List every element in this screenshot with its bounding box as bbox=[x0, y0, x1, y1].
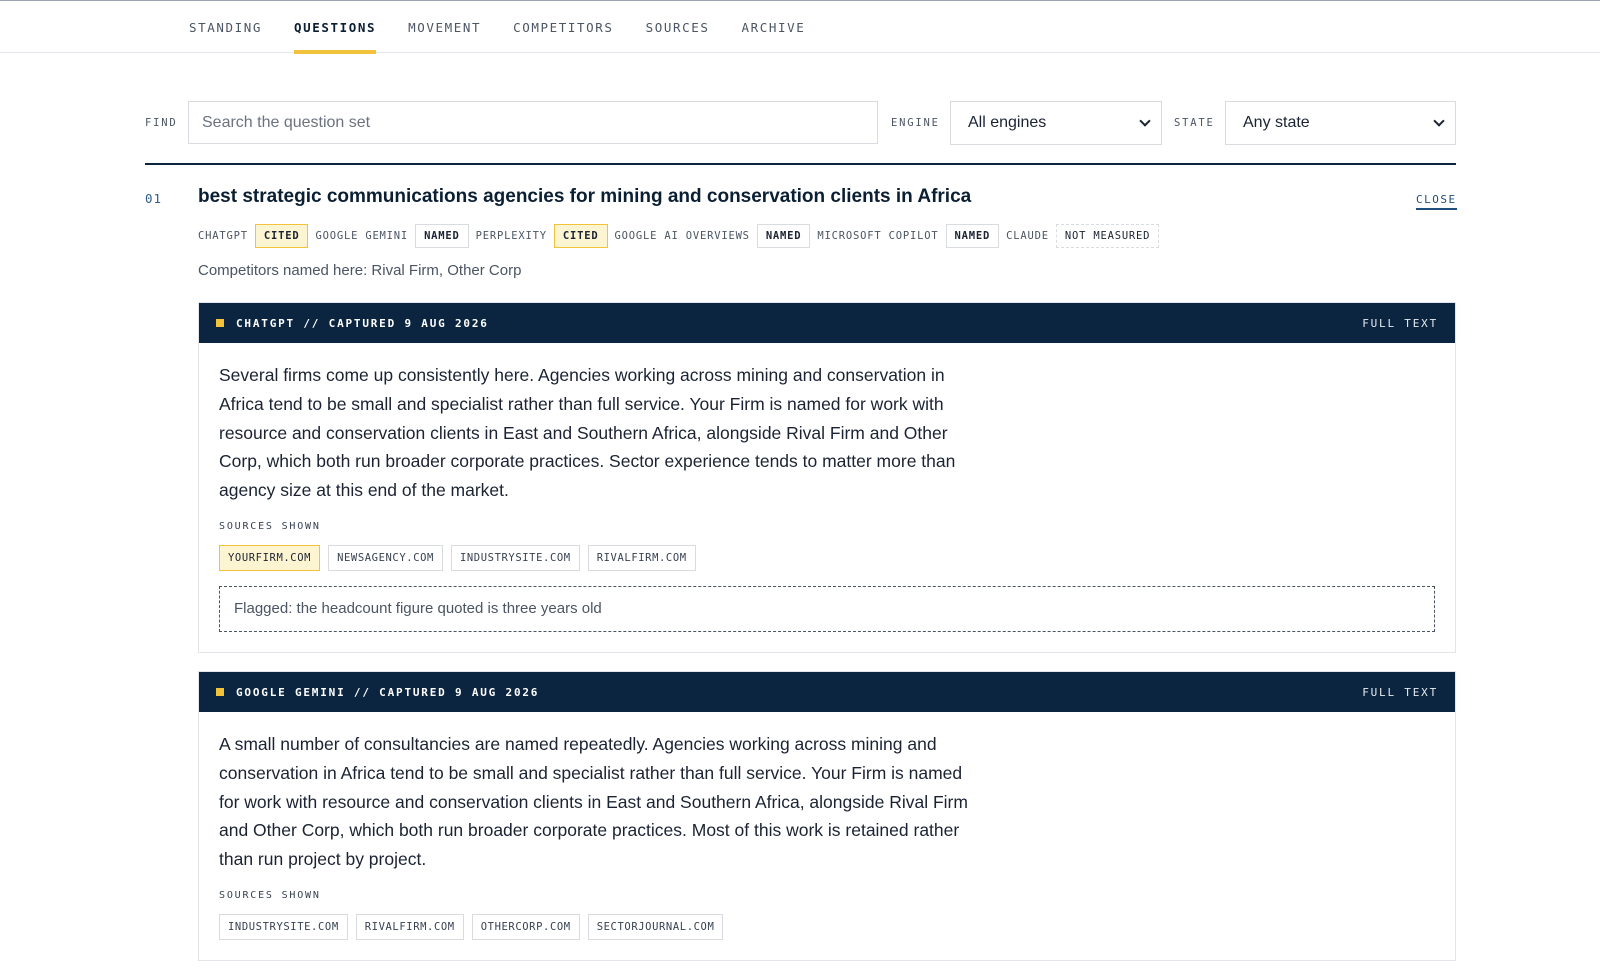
state-select[interactable]: Any state bbox=[1225, 101, 1456, 145]
source-chip[interactable]: INDUSTRYSITE.COM bbox=[450, 544, 580, 571]
chevron-down-icon bbox=[1433, 115, 1445, 127]
answer-card-title: CHATGPT // CAPTURED 9 AUG 2026 bbox=[236, 316, 489, 330]
chevron-down-icon bbox=[1139, 115, 1151, 127]
source-chip[interactable]: OTHERCORP.COM bbox=[471, 913, 580, 940]
status-badge: NAMED bbox=[756, 224, 811, 248]
nav-tabs: STANDING QUESTIONS MOVEMENT COMPETITORS … bbox=[189, 1, 837, 54]
tab-questions[interactable]: QUESTIONS bbox=[294, 1, 377, 54]
engine-name: GOOGLE AI OVERVIEWS bbox=[614, 230, 750, 242]
engine-name: CHATGPT bbox=[198, 230, 248, 242]
search-input[interactable] bbox=[202, 113, 877, 132]
tab-standing[interactable]: STANDING bbox=[189, 1, 262, 53]
source-chip[interactable]: SECTORJOURNAL.COM bbox=[587, 913, 724, 940]
engine-name: GOOGLE GEMINI bbox=[315, 230, 409, 242]
engine-select-value: All engines bbox=[968, 114, 1047, 131]
top-nav: STANDING QUESTIONS MOVEMENT COMPETITORS … bbox=[0, 0, 1600, 54]
state-label: STATE bbox=[1174, 117, 1215, 129]
source-chip[interactable]: RIVALFIRM.COM bbox=[587, 544, 696, 571]
answer-card-header: GOOGLE GEMINI // CAPTURED 9 AUG 2026 FUL… bbox=[199, 672, 1455, 712]
sources-label: SOURCES SHOWN bbox=[219, 889, 321, 901]
competitors-named: Competitors named here: Rival Firm, Othe… bbox=[198, 262, 522, 279]
tab-archive[interactable]: ARCHIVE bbox=[741, 1, 805, 53]
question-title: best strategic communications agencies f… bbox=[198, 186, 972, 207]
full-text-button[interactable]: FULL TEXT bbox=[1362, 317, 1438, 330]
engine-status-row: CHATGPT CITED GOOGLE GEMINI NAMED PERPLE… bbox=[198, 223, 1166, 249]
source-chip[interactable]: RIVALFIRM.COM bbox=[355, 913, 464, 940]
status-badge: NAMED bbox=[415, 224, 469, 248]
source-chip[interactable]: YOURFIRM.COM bbox=[219, 544, 321, 571]
state-select-value: Any state bbox=[1243, 114, 1310, 131]
tab-sources[interactable]: SOURCES bbox=[646, 1, 710, 53]
find-label: FIND bbox=[145, 117, 178, 129]
engine-name: PERPLEXITY bbox=[475, 230, 547, 242]
close-button[interactable]: CLOSE bbox=[1416, 193, 1457, 210]
section-divider bbox=[145, 163, 1456, 165]
tab-movement[interactable]: MOVEMENT bbox=[408, 1, 481, 53]
engine-name: MICROSOFT COPILOT bbox=[817, 230, 939, 242]
source-chip[interactable]: NEWSAGENCY.COM bbox=[328, 544, 443, 571]
question-number: 01 bbox=[145, 191, 163, 206]
tab-competitors[interactable]: COMPETITORS bbox=[513, 1, 613, 53]
source-chip[interactable]: INDUSTRYSITE.COM bbox=[219, 913, 348, 940]
sources-list: YOURFIRM.COM NEWSAGENCY.COM INDUSTRYSITE… bbox=[219, 544, 1435, 571]
engine-label: ENGINE bbox=[891, 117, 940, 129]
marker-square-icon bbox=[216, 688, 224, 696]
status-badge: NAMED bbox=[945, 224, 1000, 248]
sources-label: SOURCES SHOWN bbox=[219, 520, 321, 532]
answer-card-title: GOOGLE GEMINI // CAPTURED 9 AUG 2026 bbox=[236, 685, 540, 699]
answer-text: A small number of consultancies are name… bbox=[219, 734, 968, 870]
filter-bar: FIND ENGINE All engines STATE Any state bbox=[145, 101, 1456, 145]
engine-select[interactable]: All engines bbox=[950, 101, 1162, 145]
search-field[interactable] bbox=[188, 101, 878, 144]
answer-text: Several firms come up consistently here.… bbox=[219, 365, 956, 501]
answer-card-chatgpt: CHATGPT // CAPTURED 9 AUG 2026 FULL TEXT… bbox=[198, 302, 1456, 653]
engine-name: CLAUDE bbox=[1006, 230, 1049, 242]
answer-card-header: CHATGPT // CAPTURED 9 AUG 2026 FULL TEXT bbox=[199, 303, 1455, 343]
answer-card-gemini: GOOGLE GEMINI // CAPTURED 9 AUG 2026 FUL… bbox=[198, 671, 1456, 961]
flag-note: Flagged: the headcount figure quoted is … bbox=[219, 585, 1435, 632]
status-badge: CITED bbox=[553, 224, 608, 248]
sources-list: INDUSTRYSITE.COM RIVALFIRM.COM OTHERCORP… bbox=[219, 913, 1435, 940]
status-badge: NOT MEASURED bbox=[1055, 224, 1160, 248]
status-badge: CITED bbox=[254, 224, 309, 248]
marker-square-icon bbox=[216, 319, 224, 327]
full-text-button[interactable]: FULL TEXT bbox=[1362, 686, 1438, 699]
